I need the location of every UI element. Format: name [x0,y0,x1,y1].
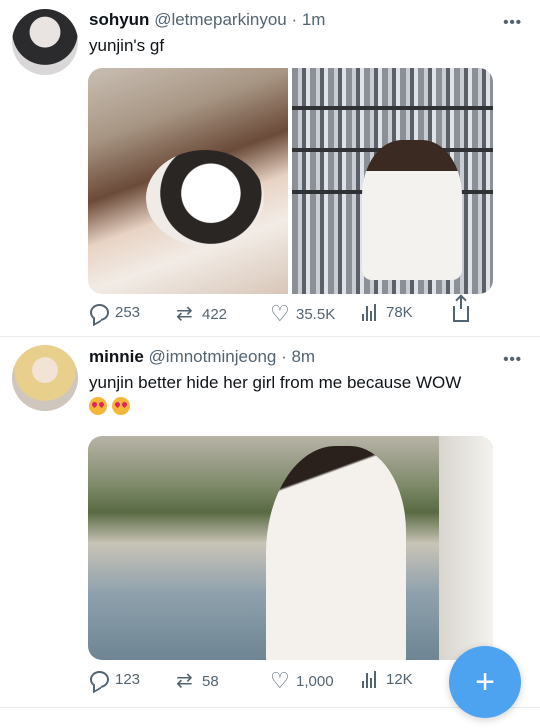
reply-icon [90,671,109,688]
view-count: 12K [386,671,413,688]
display-name[interactable]: sohyun [89,10,149,29]
view-count: 78K [386,304,413,321]
retweet-button[interactable]: 58 [176,671,219,691]
like-count: 1,000 [296,672,334,690]
reply-button[interactable]: 253 [90,304,140,321]
bar-chart-icon [362,304,380,321]
retweet-count: 422 [202,305,228,323]
retweet-icon [176,304,196,324]
display-name[interactable]: minnie [89,347,144,366]
reply-count: 123 [115,671,141,688]
tweet-header: minnie @imnotminjeong · 8m [89,347,500,367]
share-button[interactable] [453,296,469,322]
views-button[interactable]: 78K [362,304,413,321]
retweet-icon [176,671,196,691]
reply-button[interactable]: 123 [90,671,140,688]
retweet-button[interactable]: 422 [176,304,227,324]
shelf [292,106,493,110]
like-button[interactable]: 1,000 [270,671,334,691]
person-shape [362,140,462,280]
reply-count: 253 [115,304,141,321]
share-icon [453,296,469,322]
tweet-text: yunjin better hide her girl from me beca… [89,373,462,392]
more-options-icon[interactable]: ••• [503,14,522,31]
tweet-image-record-store[interactable] [292,68,493,294]
timestamp[interactable]: · 1m [291,10,325,29]
pillar-shape [439,436,493,660]
emoji-row [89,397,130,415]
plus-icon: + [475,663,495,701]
heart-icon [270,304,290,324]
views-button[interactable]: 12K [362,671,413,688]
heart-icon [270,671,290,691]
heart-eyes-emoji-icon [112,397,130,415]
avatar[interactable] [12,9,78,75]
user-handle[interactable]: @letmeparkinyou [154,10,287,29]
timestamp[interactable]: · 8m [281,347,315,366]
tweet-header: sohyun @letmeparkinyou · 1m [89,10,500,30]
heart-eyes-emoji-icon [89,397,107,415]
reply-icon [90,304,109,321]
retweet-count: 58 [202,672,219,690]
more-options-icon[interactable]: ••• [503,351,522,368]
like-button[interactable]: 35.5K [270,304,335,324]
cat-shape [146,150,264,246]
like-count: 35.5K [296,305,336,323]
tweet-image-fountain[interactable] [88,436,493,660]
bar-chart-icon [362,671,380,688]
tweet-image-girl-with-cat[interactable] [88,68,288,294]
user-handle[interactable]: @imnotminjeong [149,347,277,366]
tweet-actions: 123 58 1,000 12K [88,671,488,695]
tweet-text: yunjin's gf [89,36,165,55]
tweet[interactable]: sohyun @letmeparkinyou · 1m ••• yunjin's… [0,0,540,336]
tweet-actions: 253 422 35.5K 78K [88,296,488,328]
compose-tweet-button[interactable]: + [449,646,521,718]
avatar[interactable] [12,345,78,411]
tweet[interactable]: minnie @imnotminjeong · 8m ••• yunjin be… [0,337,540,707]
person-shape [266,446,406,660]
